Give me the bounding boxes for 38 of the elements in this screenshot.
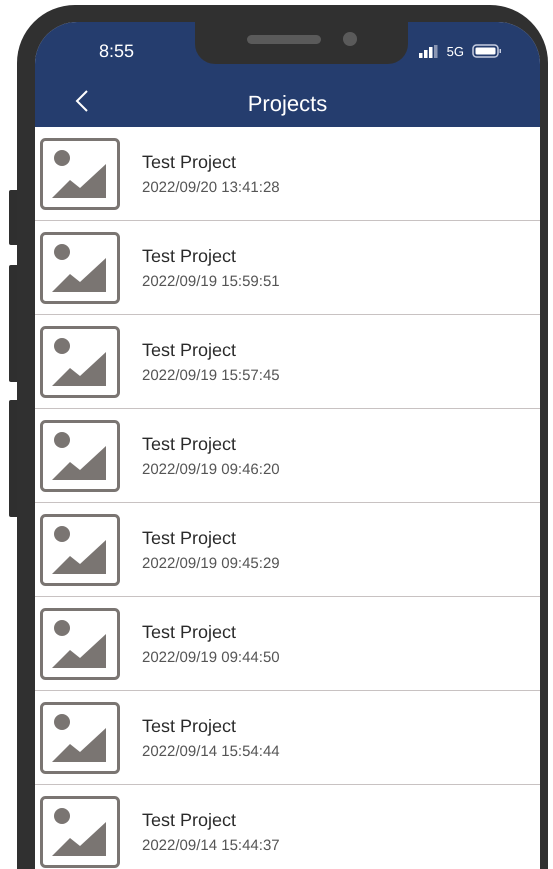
project-item[interactable]: Test Project 2022/09/19 15:57:45 — [35, 315, 540, 409]
project-date: 2022/09/14 15:44:37 — [142, 836, 280, 854]
project-date: 2022/09/19 15:59:51 — [142, 272, 280, 290]
project-item[interactable]: Test Project 2022/09/19 15:59:51 — [35, 221, 540, 315]
project-item[interactable]: Test Project 2022/09/19 09:44:50 — [35, 597, 540, 691]
image-placeholder-icon — [40, 138, 120, 210]
project-date: 2022/09/19 09:45:29 — [142, 554, 280, 572]
signal-icon — [418, 44, 439, 58]
project-item[interactable]: Test Project 2022/09/14 15:54:44 — [35, 691, 540, 785]
project-item[interactable]: Test Project 2022/09/20 13:41:28 — [35, 127, 540, 221]
battery-icon — [472, 44, 502, 58]
project-title: Test Project — [142, 528, 238, 548]
project-title: Test Project — [142, 716, 238, 736]
project-item[interactable]: Test Project 2022/09/19 09:46:20 — [35, 409, 540, 503]
image-placeholder-icon — [40, 514, 120, 586]
camera-dot — [342, 32, 356, 46]
project-date: 2022/09/19 09:44:50 — [142, 648, 280, 666]
image-placeholder-icon — [40, 608, 120, 680]
back-icon[interactable] — [75, 89, 89, 113]
project-title: Test Project — [142, 246, 238, 266]
page-title: Projects — [248, 90, 328, 116]
project-date: 2022/09/20 13:41:28 — [142, 178, 280, 196]
image-placeholder-icon — [40, 702, 120, 774]
project-title: Test Project — [142, 434, 238, 454]
project-title: Test Project — [142, 152, 238, 172]
image-placeholder-icon — [40, 326, 120, 398]
image-placeholder-icon — [40, 420, 120, 492]
status-time: 8:55 — [99, 40, 134, 62]
project-date: 2022/09/14 15:54:44 — [142, 742, 280, 760]
project-title: Test Project — [142, 810, 238, 830]
project-item[interactable]: Test Project 2022/09/14 15:44:37 — [35, 785, 540, 869]
project-item[interactable]: Test Project 2022/09/19 09:45:29 — [35, 503, 540, 597]
network-label: 5G — [446, 44, 464, 58]
project-date: 2022/09/19 09:46:20 — [142, 460, 280, 478]
project-date: 2022/09/19 15:57:45 — [142, 366, 280, 384]
image-placeholder-icon — [40, 232, 120, 304]
project-title: Test Project — [142, 340, 238, 360]
project-title: Test Project — [142, 622, 238, 642]
